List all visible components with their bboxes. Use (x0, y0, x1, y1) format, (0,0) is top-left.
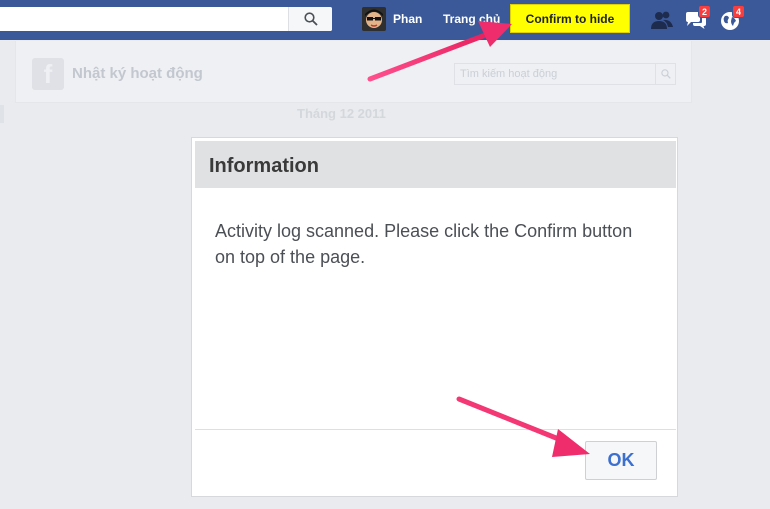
search-button[interactable] (288, 7, 332, 31)
activity-log-title: Nhật ký hoạt động (72, 65, 203, 82)
dialog-title: Information (209, 155, 319, 177)
confirm-to-hide-button[interactable]: Confirm to hide (510, 4, 630, 33)
friends-icon (651, 11, 673, 29)
top-navigation-bar: Phan Trang chủ Confirm to hide 2 4 (0, 0, 770, 40)
information-dialog: Information Activity log scanned. Please… (191, 137, 678, 497)
home-link[interactable]: Trang chủ (443, 12, 500, 26)
activity-log-header: f Nhật ký hoạt động (15, 41, 692, 103)
activity-search-button[interactable] (655, 64, 675, 84)
dialog-header: Information (195, 141, 676, 188)
avatar-picture (362, 7, 386, 31)
user-name-link[interactable]: Phan (393, 12, 422, 26)
ok-button[interactable]: OK (585, 441, 657, 480)
avatar[interactable] (362, 7, 386, 31)
activity-search-input[interactable] (455, 64, 655, 84)
dialog-footer-divider (195, 429, 676, 430)
messages-button[interactable]: 2 (684, 5, 712, 32)
search-icon (303, 12, 318, 26)
search-box (0, 7, 332, 31)
friend-requests-button[interactable] (650, 8, 674, 32)
notifications-count-badge: 4 (732, 5, 746, 18)
search-icon (660, 69, 671, 79)
activity-search-box (454, 63, 676, 85)
search-input[interactable] (0, 7, 288, 31)
notifications-button[interactable]: 4 (718, 5, 746, 32)
month-section-label: Tháng 12 2011 (297, 106, 386, 121)
facebook-logo-icon: f (32, 58, 64, 90)
messages-count-badge: 2 (698, 5, 712, 18)
divider (0, 105, 4, 123)
dialog-message: Activity log scanned. Please click the C… (215, 221, 633, 267)
